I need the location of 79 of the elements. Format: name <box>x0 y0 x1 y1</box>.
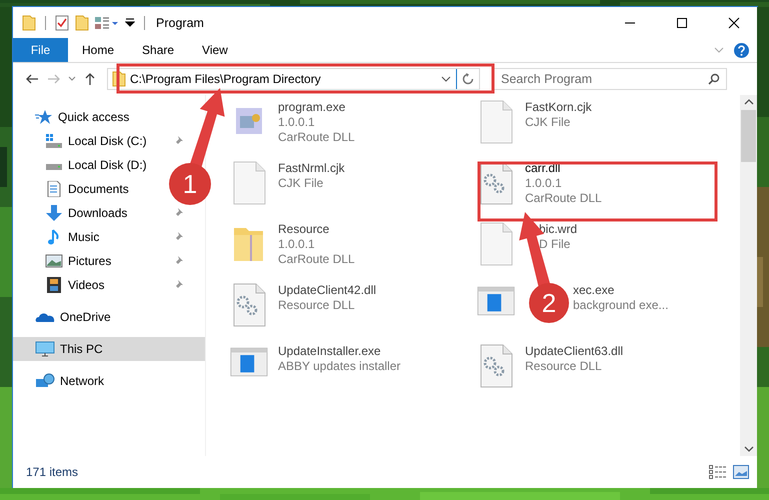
item-count: 171 items <box>26 465 78 479</box>
drive-icon <box>45 164 63 170</box>
file-icon <box>479 222 513 266</box>
view-options-icon[interactable] <box>95 16 119 30</box>
file-name[interactable]: carr.dll <box>525 161 602 175</box>
file-detail: 1.0.0.1 <box>525 176 563 190</box>
nav-item[interactable]: This PC <box>13 337 205 361</box>
file-detail: ABBY updates installer <box>278 359 401 373</box>
nav-item[interactable]: Downloads <box>45 201 128 225</box>
file-name[interactable]: FastNrml.cjk <box>278 161 345 175</box>
refresh-icon[interactable] <box>462 73 474 85</box>
address-bar[interactable]: C:\Program Files\Program Directory <box>107 68 480 90</box>
search-field[interactable]: Search Program <box>501 72 708 86</box>
nav-item[interactable]: Music <box>45 225 100 249</box>
new-folder-icon[interactable] <box>75 14 89 30</box>
nav-item[interactable]: Local Disk (D:) <box>45 153 147 177</box>
picture-icon <box>45 253 63 269</box>
star-icon <box>35 109 53 125</box>
monitor-icon <box>35 341 55 357</box>
file-name[interactable]: FastKorn.cjk <box>525 100 592 114</box>
ribbon-tab[interactable]: Share <box>128 38 188 62</box>
close-icon <box>728 16 740 28</box>
network-icon <box>35 373 55 389</box>
file-detail: CarRoute DLL <box>278 252 355 266</box>
file-detail: CJK File <box>525 115 572 129</box>
file-detail: CJK File <box>278 176 324 190</box>
file-detail: background exe... <box>573 298 668 312</box>
film-icon <box>45 277 63 293</box>
search-icon <box>708 73 720 85</box>
large-icons-view-icon[interactable] <box>733 465 749 479</box>
nav-item[interactable]: Documents <box>45 177 129 201</box>
nav-item[interactable]: Local Disk (C:) <box>45 129 147 153</box>
step-badge: 1 <box>169 163 211 205</box>
file-detail: 1.0.0.1 <box>278 237 316 251</box>
ribbon-tab[interactable]: View <box>188 38 242 62</box>
file-detail: CarRoute DLL <box>525 191 602 205</box>
nav-item[interactable]: Network <box>13 369 205 393</box>
forward-arrow-icon <box>47 73 61 85</box>
properties-icon[interactable] <box>55 14 69 30</box>
file-detail: 1.0.0.1 <box>278 115 316 129</box>
ribbon-tab[interactable]: Home <box>68 38 128 62</box>
help-icon[interactable] <box>734 42 749 58</box>
nav-item[interactable]: Pictures <box>45 249 112 273</box>
dropdown-icon[interactable] <box>441 75 451 83</box>
file-icon <box>479 100 513 144</box>
file-name[interactable]: program.exe <box>278 100 355 114</box>
nav-item[interactable]: OneDrive <box>13 305 205 329</box>
nav-item[interactable]: Videos <box>45 273 104 297</box>
address-field[interactable]: C:\Program Files\Program Directory <box>126 72 436 86</box>
gear-file-icon <box>479 344 513 388</box>
file-icon <box>232 161 266 205</box>
file-name[interactable]: Resource <box>278 222 355 236</box>
window-title: Program <box>156 16 204 30</box>
up-arrow-icon <box>84 72 96 86</box>
file-name[interactable]: xec.exe <box>573 283 668 297</box>
search-box[interactable]: Search Program <box>492 68 727 90</box>
document-icon <box>45 181 63 197</box>
expand-ribbon-icon[interactable] <box>714 45 724 55</box>
caret-icon <box>68 76 76 82</box>
maximize-icon <box>676 16 688 28</box>
folder-icon[interactable] <box>22 14 36 30</box>
file-detail: CarRoute DLL <box>278 130 355 144</box>
scrollbar[interactable] <box>740 95 757 456</box>
step-badge: 2 <box>529 283 569 323</box>
back-arrow-icon <box>25 73 39 85</box>
file-name[interactable]: UpdateClient42.dll <box>278 283 376 297</box>
file-name[interactable]: UpdateInstaller.exe <box>278 344 401 358</box>
download-arrow-icon <box>45 205 63 221</box>
nav-item[interactable]: Quick access <box>13 105 205 129</box>
drive-icon <box>45 133 63 149</box>
file-menu-button[interactable]: File <box>13 38 68 62</box>
file-detail: Resource DLL <box>278 298 356 312</box>
file-detail: D File <box>539 237 572 251</box>
details-view-icon[interactable] <box>709 465 727 479</box>
file-detail: Resource DLL <box>525 359 603 373</box>
customize-toolbar-icon[interactable] <box>125 18 135 28</box>
gear-file-icon <box>232 283 266 327</box>
file-name[interactable]: UpdateClient63.dll <box>525 344 624 358</box>
scrollbar-thumb[interactable] <box>741 110 756 162</box>
